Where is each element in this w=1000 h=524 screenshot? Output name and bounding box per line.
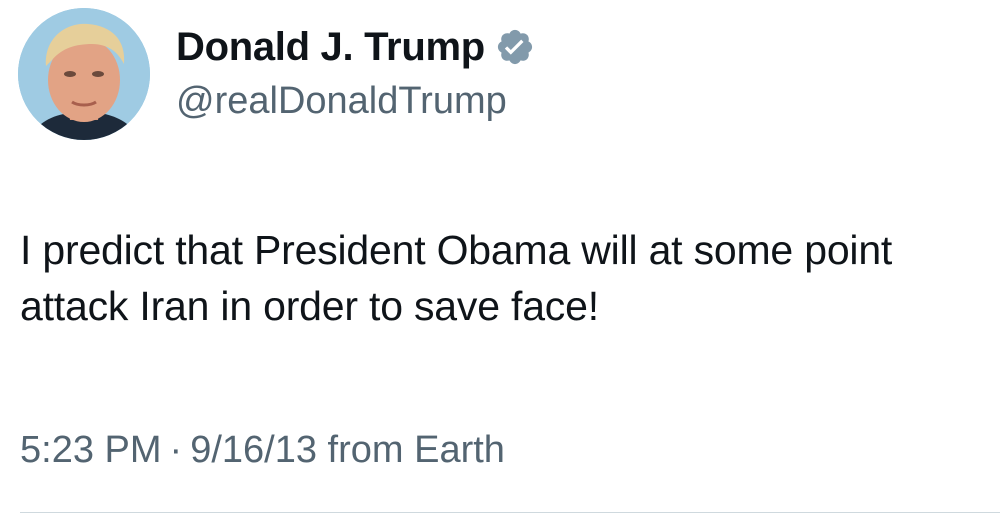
- display-name[interactable]: Donald J. Trump: [176, 23, 485, 71]
- tweet-date[interactable]: 9/16/13: [190, 429, 317, 471]
- tweet-time[interactable]: 5:23 PM: [20, 429, 162, 471]
- author-names: Donald J. Trump @realDonaldTrump: [176, 23, 535, 125]
- divider: [20, 512, 1000, 513]
- avatar-image: [18, 8, 150, 140]
- user-handle[interactable]: @realDonaldTrump: [176, 77, 535, 125]
- tweet-source: from Earth: [327, 429, 505, 471]
- tweet-header: Donald J. Trump @realDonaldTrump: [18, 8, 535, 140]
- tweet-text: I predict that President Obama will at s…: [20, 227, 893, 329]
- tweet-meta: 5:23 PM · 9/16/13 from Earth: [20, 424, 505, 476]
- name-row: Donald J. Trump: [176, 23, 535, 71]
- avatar[interactable]: [18, 8, 150, 140]
- verified-badge-icon[interactable]: [495, 27, 535, 67]
- meta-separator: ·: [169, 429, 183, 471]
